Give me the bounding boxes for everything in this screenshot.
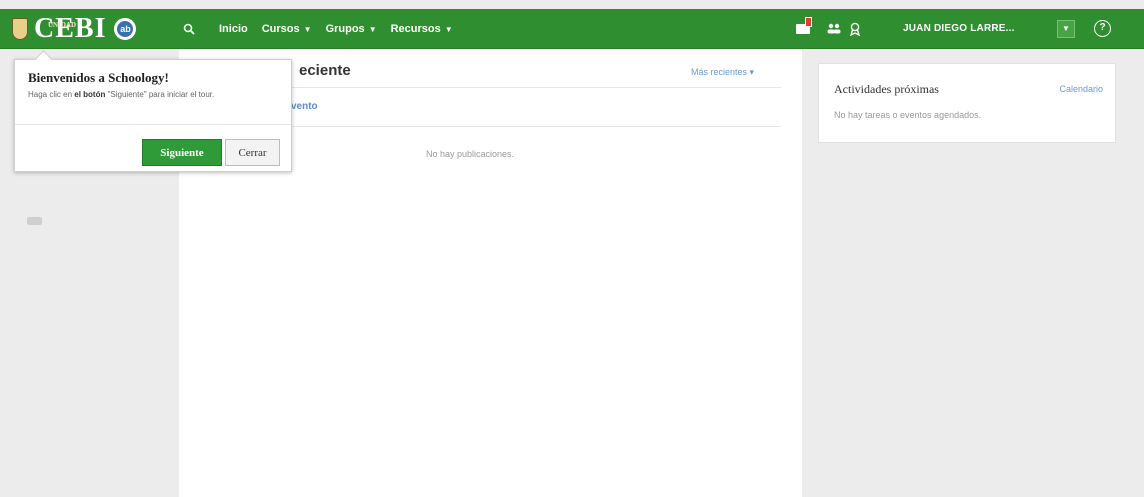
next-button[interactable]: Siguiente: [142, 139, 222, 166]
chevron-down-icon: ▼: [368, 24, 377, 34]
nav-grupos[interactable]: Grupos ▼: [326, 23, 377, 35]
badges-icon[interactable]: [845, 9, 865, 48]
event-link[interactable]: vento: [291, 101, 318, 112]
nav-recursos[interactable]: Recursos ▼: [391, 23, 453, 35]
welcome-tour-popover: Bienvenidos a Schoology! Haga clic en el…: [14, 50, 292, 172]
crest-icon: [12, 18, 28, 40]
page-title: eciente: [299, 62, 351, 79]
user-menu-dropdown-icon[interactable]: ▼: [1057, 20, 1075, 38]
divider: [15, 124, 291, 125]
main-nav: Inicio Cursos ▼ Grupos ▼ Recursos ▼: [219, 9, 467, 48]
help-icon[interactable]: ?: [1094, 20, 1111, 37]
search-icon[interactable]: [180, 9, 198, 48]
right-sidebar: Actividades próximas Calendario No hay t…: [802, 49, 1144, 497]
sort-dropdown[interactable]: Más recientes ▾: [691, 67, 754, 78]
chevron-down-icon: ▼: [303, 24, 312, 34]
messages-icon[interactable]: [792, 9, 814, 48]
empty-feed-message: No hay publicaciones.: [426, 149, 515, 159]
calendar-link[interactable]: Calendario: [1059, 84, 1103, 94]
nav-inicio[interactable]: Inicio: [219, 23, 248, 35]
schoology-badge-icon: ab: [114, 18, 137, 40]
logo-text: UNIDAD EDUCATIVA CEBI: [34, 15, 106, 58]
sidebar-item-placeholder[interactable]: [27, 217, 42, 225]
user-menu-name[interactable]: JUAN DIEGO LARRE...: [903, 9, 1015, 48]
upcoming-empty-message: No hay tareas o eventos agendados.: [834, 110, 982, 120]
connections-icon[interactable]: [824, 9, 844, 48]
notification-badge: [805, 16, 812, 27]
chevron-down-icon: ▼: [444, 24, 453, 34]
nav-cursos[interactable]: Cursos ▼: [262, 23, 312, 35]
school-logo[interactable]: UNIDAD EDUCATIVA CEBI ab: [12, 13, 137, 58]
divider: [289, 87, 781, 88]
divider: [289, 126, 781, 127]
close-button[interactable]: Cerrar: [225, 139, 280, 166]
top-navigation-bar: UNIDAD EDUCATIVA CEBI ab Inicio Cursos▼ …: [0, 9, 1144, 58]
upcoming-activities-card: Actividades próximas Calendario No hay t…: [818, 63, 1116, 143]
popover-title: Bienvenidos a Schoology!: [28, 70, 169, 85]
popover-text: Haga clic en el botón "Siguiente" para i…: [28, 90, 215, 99]
upcoming-title: Actividades próximas: [834, 82, 939, 96]
